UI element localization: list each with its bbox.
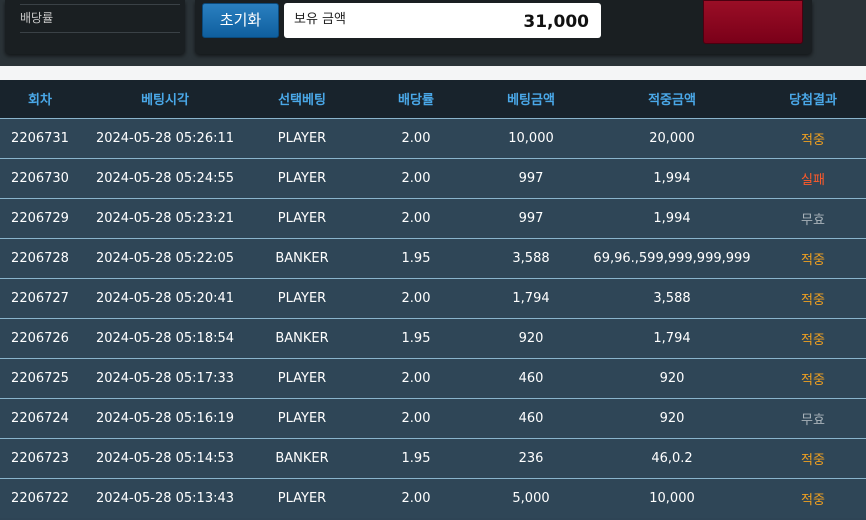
round-cell: 2206725 [11, 370, 69, 386]
odds-cell: 2.00 [401, 490, 431, 506]
result-cell: 적중 [801, 332, 825, 348]
odds-cell: 2.00 [401, 370, 431, 386]
result-cell: 적중 [801, 132, 825, 148]
odds-panel: 배당률 [5, 0, 185, 54]
selection-cell: BANKER [275, 250, 329, 266]
round-cell: 2206728 [11, 250, 69, 266]
odds-cell: 1.95 [401, 330, 431, 346]
table-row: 2206724 2024-05-28 05:16:19 PLAYER 2.00 460 9… [0, 398, 866, 438]
col-bet-time: 베팅시각 [141, 93, 189, 109]
table-row: 2206725 2024-05-28 05:17:33 PLAYER 2.00 460 9… [0, 358, 866, 398]
bet-amount-cell: 460 [518, 410, 544, 426]
round-cell: 2206727 [11, 290, 69, 306]
col-selection: 선택베팅 [278, 93, 326, 109]
section-divider [0, 66, 866, 80]
table-row: 2206728 2024-05-28 05:22:05 BANKER 1.95 3,58… [0, 238, 866, 278]
table-row: 2206726 2024-05-28 05:18:54 BANKER 1.95 920 1… [0, 318, 866, 358]
bet-time-cell: 2024-05-28 05:26:11 [95, 130, 235, 146]
odds-cell: 1.95 [401, 450, 431, 466]
bet-time-cell: 2024-05-28 05:20:41 [95, 290, 235, 306]
round-cell: 2206729 [11, 210, 69, 226]
bet-button[interactable] [703, 0, 803, 44]
selection-cell: BANKER [275, 330, 329, 346]
result-cell: 적중 [801, 292, 825, 308]
odds-cell: 1.95 [401, 250, 431, 266]
top-bar: 배당률 초기화 보유 금액 31,000 [0, 0, 866, 66]
bet-amount-cell: 5,000 [512, 490, 550, 506]
win-amount-cell: 1,994 [653, 170, 691, 186]
round-cell: 2206723 [11, 450, 69, 466]
bet-time-cell: 2024-05-28 05:16:19 [95, 410, 235, 426]
result-cell: 적중 [801, 372, 825, 388]
odds-cell: 2.00 [401, 210, 431, 226]
win-amount-cell: 920 [659, 410, 685, 426]
selection-cell: PLAYER [277, 170, 327, 186]
selection-cell: PLAYER [277, 130, 327, 146]
bet-amount-cell: 3,588 [512, 250, 550, 266]
win-amount-cell: 1,994 [653, 210, 691, 226]
col-result: 당첨결과 [789, 93, 837, 109]
odds-cell: 2.00 [401, 170, 431, 186]
table-row: 2206727 2024-05-28 05:20:41 PLAYER 2.00 1,79… [0, 278, 866, 318]
bet-history-table: 회차 베팅시각 선택베팅 배당률 베팅금액 적중금액 당첨결과 2206731 2… [0, 80, 866, 518]
win-amount-cell: 3,588 [653, 290, 691, 306]
selection-cell: BANKER [275, 450, 329, 466]
bet-time-cell: 2024-05-28 05:14:53 [95, 450, 235, 466]
result-cell: 무효 [801, 412, 825, 428]
odds-cell: 2.00 [401, 130, 431, 146]
result-cell: 적중 [801, 452, 825, 468]
balance-box: 보유 금액 31,000 [284, 3, 601, 38]
bet-time-cell: 2024-05-28 05:13:43 [95, 490, 235, 506]
selection-cell: PLAYER [277, 290, 327, 306]
win-amount-cell: 69,96.,599,999,999,999 [593, 250, 751, 266]
table-header-row: 회차 베팅시각 선택베팅 배당률 베팅금액 적중금액 당첨결과 [0, 80, 866, 118]
bet-amount-cell: 920 [518, 330, 544, 346]
reset-button[interactable]: 초기화 [202, 3, 279, 38]
col-round: 회차 [28, 93, 52, 109]
selection-cell: PLAYER [277, 370, 327, 386]
selection-cell: PLAYER [277, 490, 327, 506]
col-odds: 배당률 [398, 93, 434, 109]
bet-time-cell: 2024-05-28 05:18:54 [95, 330, 235, 346]
round-cell: 2206722 [11, 490, 69, 506]
win-amount-cell: 46,0.2 [651, 450, 693, 466]
table-row: 2206730 2024-05-28 05:24:55 PLAYER 2.00 997 1… [0, 158, 866, 198]
balance-label: 보유 금액 [294, 12, 346, 27]
result-cell: 무효 [801, 212, 825, 228]
bet-time-cell: 2024-05-28 05:17:33 [95, 370, 235, 386]
table-row: 2206722 2024-05-28 05:13:43 PLAYER 2.00 5,00… [0, 478, 866, 518]
bet-amount-cell: 997 [518, 170, 544, 186]
result-cell: 실패 [801, 172, 825, 188]
col-bet-amount: 베팅금액 [507, 93, 555, 109]
result-cell: 적중 [801, 492, 825, 508]
col-win-amount: 적중금액 [648, 93, 696, 109]
win-amount-cell: 10,000 [649, 490, 695, 506]
bet-amount-cell: 460 [518, 370, 544, 386]
round-cell: 2206724 [11, 410, 69, 426]
bet-time-cell: 2024-05-28 05:22:05 [95, 250, 235, 266]
odds-cell: 2.00 [401, 410, 431, 426]
table-row: 2206731 2024-05-28 05:26:11 PLAYER 2.00 10,0… [0, 118, 866, 158]
odds-cell: 2.00 [401, 290, 431, 306]
bet-amount-cell: 236 [518, 450, 544, 466]
win-amount-cell: 20,000 [649, 130, 695, 146]
win-amount-cell: 1,794 [653, 330, 691, 346]
round-cell: 2206730 [11, 170, 69, 186]
bet-time-cell: 2024-05-28 05:23:21 [95, 210, 235, 226]
table-row: 2206729 2024-05-28 05:23:21 PLAYER 2.00 997 1… [0, 198, 866, 238]
bet-amount-cell: 997 [518, 210, 544, 226]
balance-value: 31,000 [523, 12, 589, 32]
win-amount-cell: 920 [659, 370, 685, 386]
table-row: 2206723 2024-05-28 05:14:53 BANKER 1.95 236 4… [0, 438, 866, 478]
selection-cell: PLAYER [277, 410, 327, 426]
bet-amount-cell: 10,000 [508, 130, 554, 146]
odds-label: 배당률 [20, 4, 180, 33]
round-cell: 2206731 [11, 130, 69, 146]
result-cell: 적중 [801, 252, 825, 268]
selection-cell: PLAYER [277, 210, 327, 226]
bet-time-cell: 2024-05-28 05:24:55 [95, 170, 235, 186]
bet-amount-cell: 1,794 [512, 290, 550, 306]
round-cell: 2206726 [11, 330, 69, 346]
